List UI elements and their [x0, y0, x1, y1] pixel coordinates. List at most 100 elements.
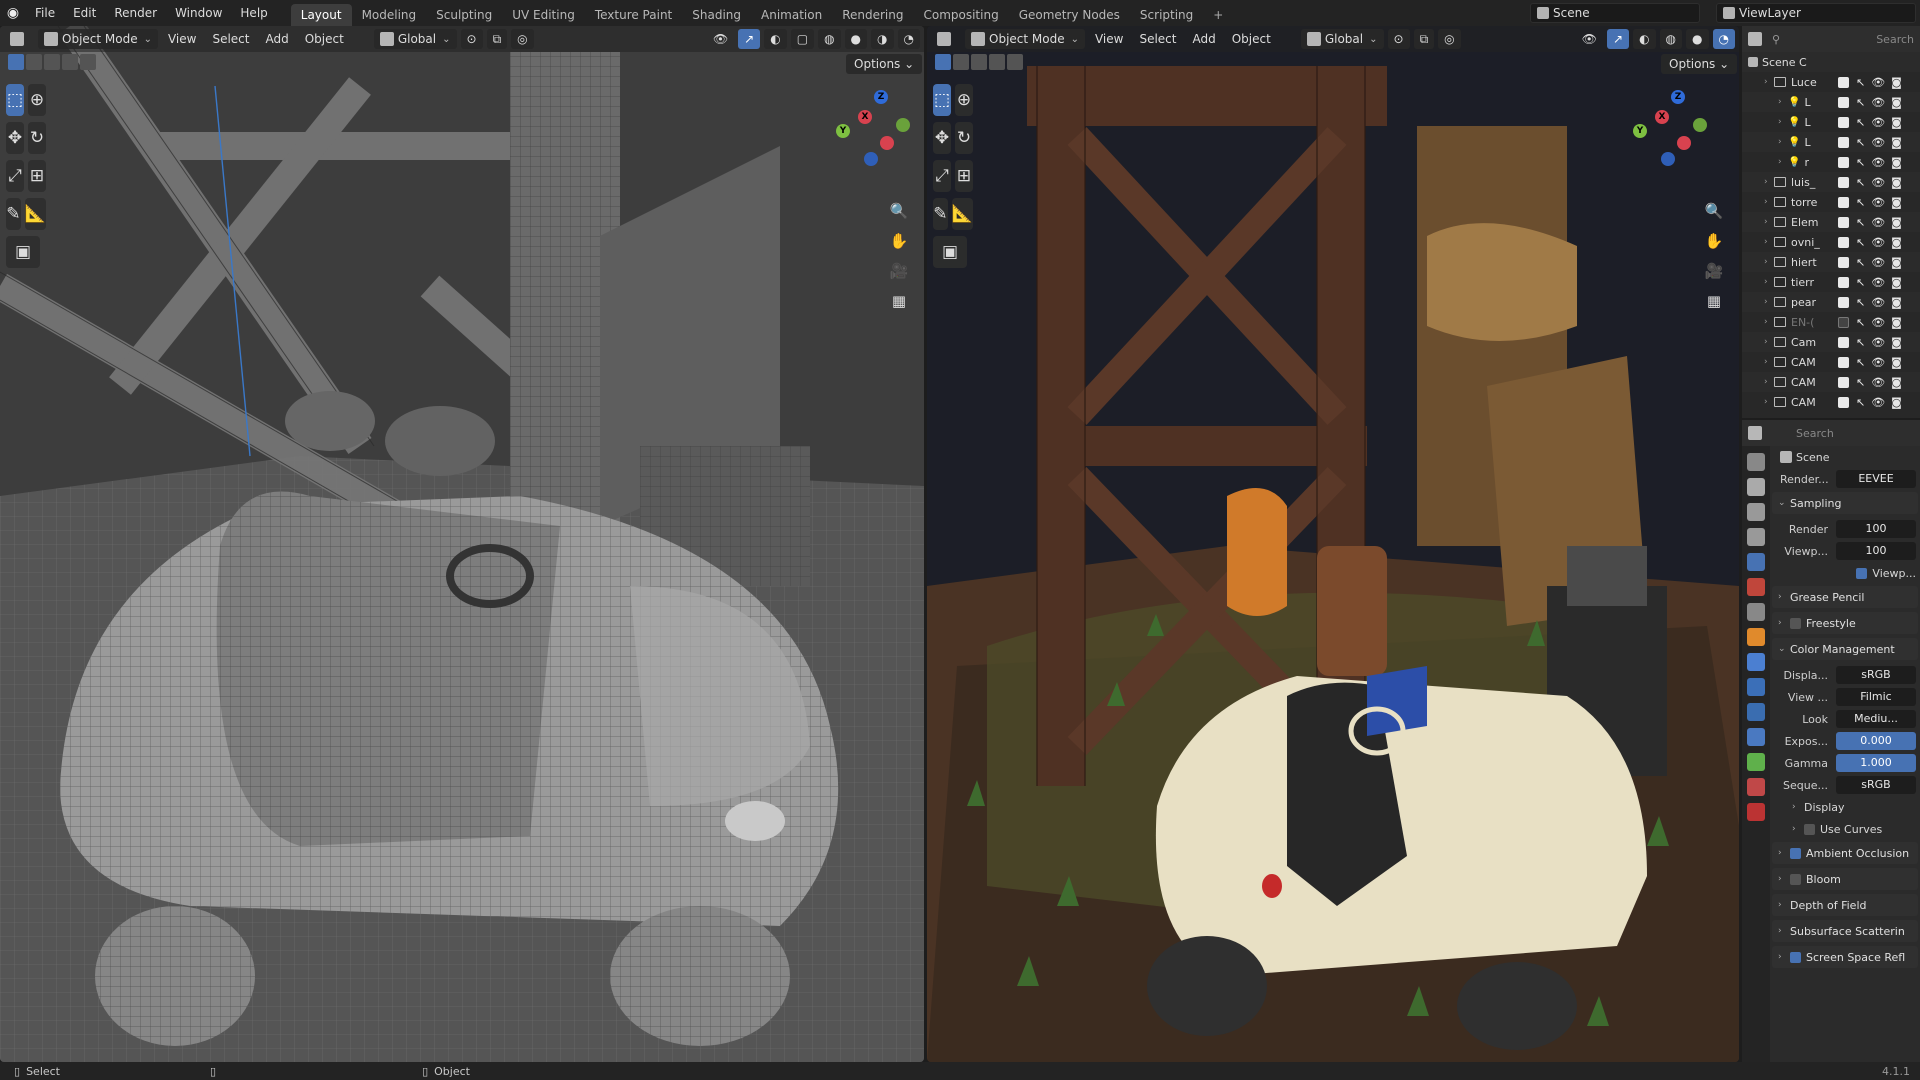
tab-shading[interactable]: Shading [682, 4, 751, 26]
outliner-item[interactable]: › CAM ↖👁◙ [1742, 392, 1920, 412]
expand-arrow-icon[interactable]: › [1764, 237, 1774, 247]
select-invert-icon[interactable] [989, 54, 1005, 70]
outliner-editor-icon[interactable] [1748, 32, 1762, 46]
zoom-icon[interactable]: 🔍 [886, 198, 912, 224]
menu-window[interactable]: Window [166, 0, 231, 26]
pivot-icon[interactable]: ⊙ [1387, 29, 1410, 49]
navigation-gizmo[interactable]: Z Y X [1627, 88, 1717, 178]
viewport-denoise-checkbox[interactable] [1856, 568, 1868, 579]
gizmo-y-axis[interactable]: Y [836, 124, 850, 138]
texture-tab-icon[interactable] [1747, 803, 1765, 821]
outliner-item[interactable]: › luis_ ↖👁◙ [1742, 172, 1920, 192]
exclude-checkbox[interactable] [1838, 96, 1849, 108]
outliner-item[interactable]: › EN-(↖👁◙ [1742, 312, 1920, 332]
ambient-occlusion-checkbox[interactable] [1790, 847, 1801, 859]
visibility-icon[interactable]: 👁 [707, 29, 734, 49]
gamma-field[interactable]: 1.000 [1836, 754, 1916, 772]
camera-icon[interactable]: 🎥 [1701, 258, 1727, 284]
annotate-icon[interactable]: ✎ [6, 198, 21, 230]
gizmo-x-axis[interactable]: X [1655, 110, 1669, 124]
expand-arrow-icon[interactable]: › [1778, 157, 1788, 167]
visibility-toggles-icon[interactable]: ↖👁◙ [1856, 76, 1908, 89]
outliner-item[interactable]: › 💡 L ↖👁◙ [1742, 112, 1920, 132]
menu-object[interactable]: Object [299, 29, 350, 49]
gizmo-neg-y[interactable] [896, 118, 910, 132]
menu-edit[interactable]: Edit [64, 0, 105, 26]
gizmo-neg-y[interactable] [1693, 118, 1707, 132]
move-icon[interactable]: ✥ [933, 122, 951, 154]
proportional-icon[interactable]: ◎ [1438, 29, 1461, 49]
exclude-checkbox[interactable] [1838, 196, 1849, 208]
camera-icon[interactable]: 🎥 [886, 258, 912, 284]
exclude-checkbox[interactable] [1838, 156, 1849, 168]
physics-tab-icon[interactable] [1747, 703, 1765, 721]
pivot-icon[interactable]: ⊙ [460, 29, 483, 49]
add-cube-icon[interactable]: ▣ [6, 236, 40, 268]
visibility-icon[interactable]: 👁 [1576, 29, 1603, 49]
move-icon[interactable]: ✥ [6, 122, 24, 154]
look-select[interactable]: Mediu... [1836, 710, 1916, 728]
shading-solid-icon[interactable]: ● [844, 29, 868, 49]
select-new-icon[interactable] [935, 54, 951, 70]
measure-icon[interactable]: 📐 [951, 198, 973, 230]
outliner-item[interactable]: › 💡 L ↖👁◙ [1742, 132, 1920, 152]
scale-icon[interactable]: ⤢ [6, 160, 24, 192]
freestyle-section[interactable]: › Freestyle [1772, 612, 1918, 634]
ssr-checkbox[interactable] [1790, 951, 1801, 963]
world-tab-icon[interactable] [1747, 578, 1765, 596]
visibility-toggles-icon[interactable]: ↖👁◙ [1856, 236, 1908, 249]
expand-arrow-icon[interactable]: › [1764, 217, 1774, 227]
gizmo-toggle-icon[interactable]: ↗ [1607, 29, 1630, 49]
expand-arrow-icon[interactable]: › [1764, 257, 1774, 267]
output-tab-icon[interactable] [1747, 503, 1765, 521]
transform-orientation[interactable]: Global [373, 29, 457, 49]
blender-logo-icon[interactable]: ◉ [0, 0, 26, 26]
cursor-icon[interactable]: ⊕ [28, 84, 46, 116]
perspective-grid-icon[interactable]: ▦ [886, 288, 912, 314]
expand-arrow-icon[interactable]: › [1764, 197, 1774, 207]
tab-layout[interactable]: Layout [290, 4, 352, 26]
options-button[interactable]: Options ⌄ [1661, 54, 1738, 74]
outliner-search[interactable]: Search [1876, 33, 1914, 46]
ambient-occlusion-section[interactable]: › Ambient Occlusion [1772, 842, 1918, 864]
bloom-checkbox[interactable] [1790, 873, 1801, 885]
editor-type-icon[interactable] [4, 29, 34, 49]
menu-render[interactable]: Render [105, 0, 166, 26]
modifier-tab-icon[interactable] [1747, 653, 1765, 671]
exclude-checkbox[interactable] [1838, 176, 1849, 188]
visibility-toggles-icon[interactable]: ↖👁◙ [1856, 336, 1908, 349]
visibility-toggles-icon[interactable]: ↖👁◙ [1856, 356, 1908, 369]
perspective-grid-icon[interactable]: ▦ [1701, 288, 1727, 314]
exclude-checkbox[interactable] [1838, 376, 1849, 388]
outliner-item[interactable]: › Luce ↖👁◙ [1742, 72, 1920, 92]
outliner-filter-icon[interactable]: ⚲ [1772, 33, 1780, 46]
visibility-toggles-icon[interactable]: ↖👁◙ [1856, 136, 1908, 149]
expand-arrow-icon[interactable]: › [1764, 77, 1774, 87]
menu-select[interactable]: Select [1133, 29, 1182, 49]
exclude-checkbox[interactable] [1838, 256, 1849, 268]
proportional-icon[interactable]: ◎ [511, 29, 534, 49]
select-extend-icon[interactable] [953, 54, 969, 70]
tab-modeling[interactable]: Modeling [352, 4, 427, 26]
shading-wire-icon[interactable]: ◍ [818, 29, 841, 49]
shading-wire-icon[interactable]: ◍ [1659, 29, 1683, 49]
expand-arrow-icon[interactable]: › [1764, 317, 1774, 327]
exclude-checkbox[interactable] [1838, 396, 1849, 408]
viewport-left[interactable]: Object Mode View Select Add Object Globa… [0, 26, 924, 1062]
select-invert-icon[interactable] [62, 54, 78, 70]
pan-hand-icon[interactable]: ✋ [1701, 228, 1727, 254]
exclude-checkbox[interactable] [1838, 116, 1849, 128]
outliner-item[interactable]: › 💡 L ↖👁◙ [1742, 92, 1920, 112]
object-tab-icon[interactable] [1747, 628, 1765, 646]
cursor-icon[interactable]: ⊕ [955, 84, 973, 116]
menu-select[interactable]: Select [206, 29, 255, 49]
gizmo-neg-z[interactable] [1661, 152, 1675, 166]
bloom-section[interactable]: › Bloom [1772, 868, 1918, 890]
exclude-checkbox[interactable] [1838, 276, 1849, 288]
use-curves-subpanel[interactable]: › Use Curves [1772, 818, 1920, 840]
tab-compositing[interactable]: Compositing [913, 4, 1008, 26]
exclude-checkbox[interactable] [1838, 296, 1849, 308]
color-management-section[interactable]: ⌄ Color Management [1772, 638, 1918, 660]
select-new-icon[interactable] [8, 54, 24, 70]
data-tab-icon[interactable] [1747, 753, 1765, 771]
